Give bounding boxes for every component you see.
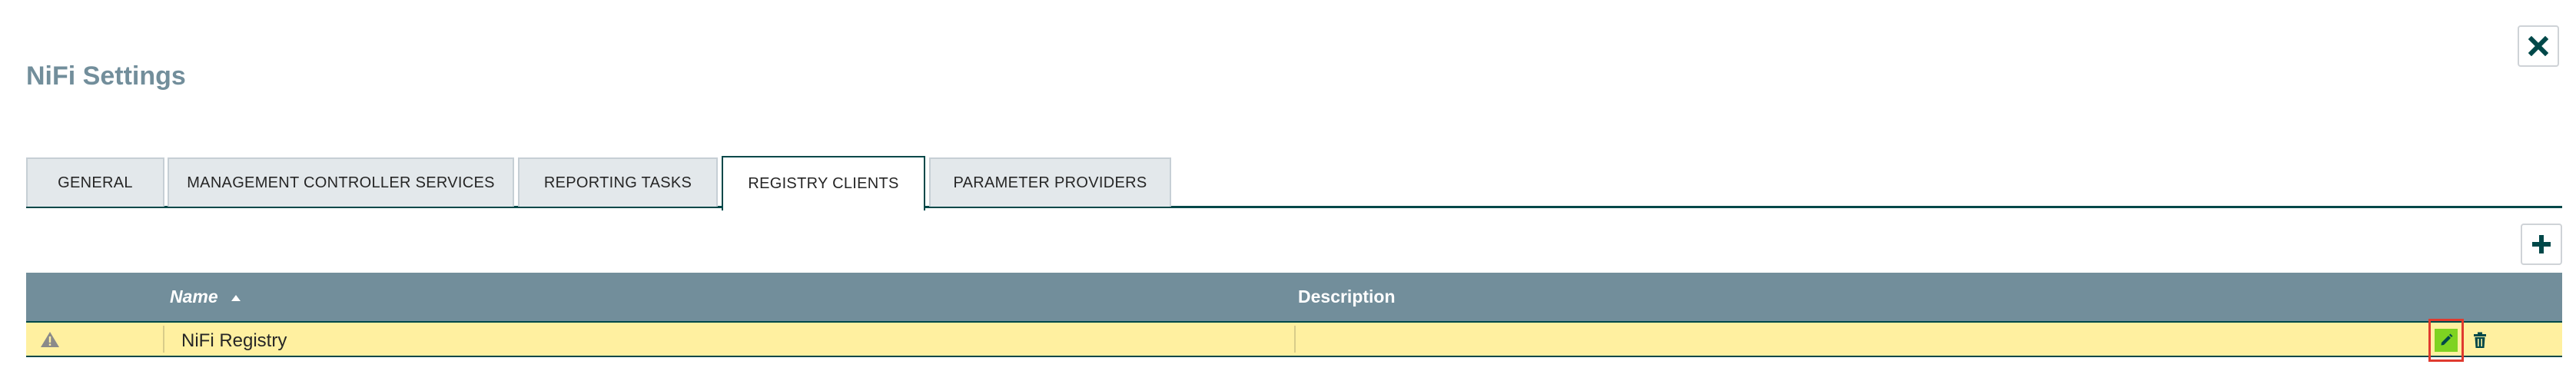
registry-client-name: NiFi Registry xyxy=(181,330,287,351)
settings-tabs: GENERAL MANAGEMENT CONTROLLER SERVICES R… xyxy=(26,156,2562,210)
table-header: Name Description xyxy=(26,273,2562,321)
column-header-name[interactable]: Name xyxy=(170,287,241,307)
tab-parameter-providers[interactable]: PARAMETER PROVIDERS xyxy=(929,157,1171,207)
delete-button[interactable] xyxy=(2470,330,2490,350)
sort-ascending-icon xyxy=(231,294,241,301)
trash-icon xyxy=(2474,332,2486,348)
column-header-description[interactable]: Description xyxy=(1298,287,1396,307)
tab-label: REGISTRY CLIENTS xyxy=(748,175,899,192)
page-title: NiFi Settings xyxy=(26,61,186,91)
cell-divider xyxy=(1294,326,1296,353)
close-button[interactable] xyxy=(2518,25,2559,67)
table-row[interactable]: NiFi Registry xyxy=(26,319,2562,362)
close-icon xyxy=(2528,36,2548,56)
add-registry-client-button[interactable] xyxy=(2521,224,2562,265)
tab-general[interactable]: GENERAL xyxy=(26,157,164,207)
warning-icon xyxy=(41,332,59,347)
tab-reporting-tasks[interactable]: REPORTING TASKS xyxy=(518,157,718,207)
tab-label: MANAGEMENT CONTROLLER SERVICES xyxy=(187,174,495,191)
edit-button[interactable] xyxy=(2428,319,2464,362)
tab-label: GENERAL xyxy=(58,174,133,191)
tab-label: PARAMETER PROVIDERS xyxy=(953,174,1147,191)
tab-registry-clients[interactable]: REGISTRY CLIENTS xyxy=(722,156,925,210)
tab-management-controller-services[interactable]: MANAGEMENT CONTROLLER SERVICES xyxy=(168,157,514,207)
tab-label: REPORTING TASKS xyxy=(543,174,692,191)
cell-divider xyxy=(163,326,164,353)
pencil-icon xyxy=(2441,333,2453,346)
plus-icon xyxy=(2532,235,2551,253)
